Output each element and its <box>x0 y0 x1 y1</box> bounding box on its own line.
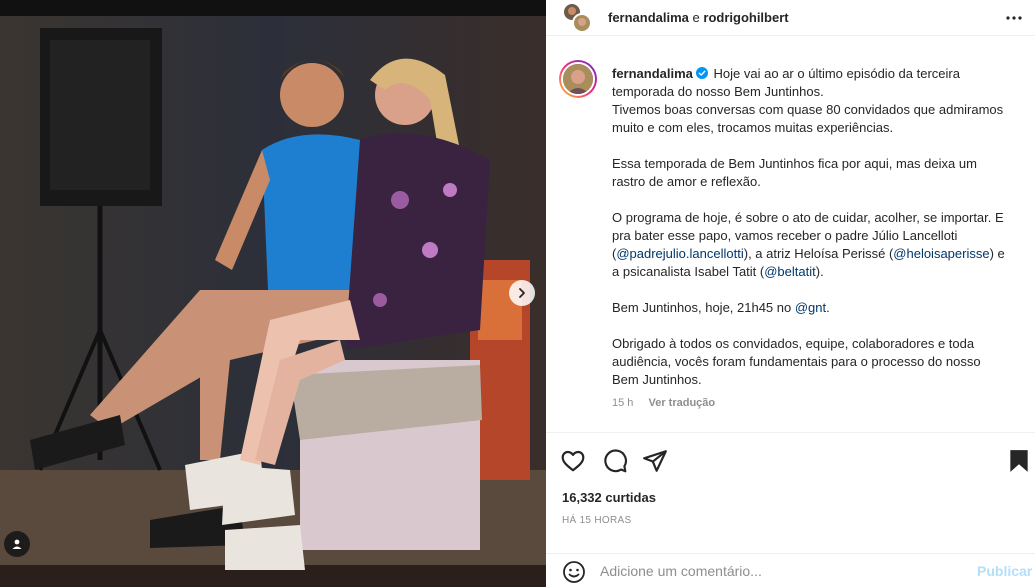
caption-meta: 15 h Ver tradução <box>612 397 715 409</box>
caption-avatar[interactable] <box>559 60 597 98</box>
more-icon[interactable] <box>1002 8 1026 28</box>
caption-fragment: ), a atriz Heloísa Perissé ( <box>743 246 894 261</box>
post-timestamp: HÁ 15 HORAS <box>562 515 632 526</box>
publish-button[interactable]: Publicar <box>977 563 1032 579</box>
collab-avatars[interactable] <box>562 2 592 34</box>
post-photo <box>0 0 546 587</box>
chevron-right-icon <box>519 288 525 298</box>
post-media[interactable] <box>0 0 546 587</box>
comment-input[interactable] <box>600 560 960 582</box>
caption-fragment: ). <box>815 264 824 279</box>
caption-paragraph: O programa de hoje, é sobre o ato de cui… <box>612 209 1007 281</box>
caption-fragment: Bem Juntinhos, hoje, 21h45 no <box>612 300 795 315</box>
emoji-icon[interactable] <box>562 560 586 584</box>
caption-paragraph: Essa temporada de Bem Juntinhos fica por… <box>612 156 977 189</box>
caption-fragment: . <box>826 300 830 315</box>
post-side-panel: fernandalima e rodrigohilbert fernandali… <box>546 0 1035 587</box>
mention-link[interactable]: @gnt <box>795 300 826 315</box>
bookmark-icon[interactable] <box>1006 448 1032 474</box>
author-separator: e <box>688 10 704 25</box>
author-link[interactable]: fernandalima <box>608 10 689 25</box>
verified-badge-icon <box>695 67 708 79</box>
user-tag-icon <box>12 539 22 549</box>
mention-link[interactable]: @beltatit <box>764 264 816 279</box>
caption-line: Tivemos boas conversas com quase 80 conv… <box>612 102 1004 135</box>
mention-link[interactable]: @padrejulio.lancellotti <box>616 246 743 261</box>
share-icon[interactable] <box>642 448 668 474</box>
caption-paragraph: Bem Juntinhos, hoje, 21h45 no @gnt. <box>612 299 1007 317</box>
caption-area: fernandalima Hoje vai ao ar o último epi… <box>546 48 1035 433</box>
mention-link[interactable]: @heloisaperisse <box>893 246 989 261</box>
caption-age: 15 h <box>612 397 634 409</box>
comment-icon[interactable] <box>602 448 628 474</box>
caption-paragraph: Obrigado à todos os convidados, equipe, … <box>612 336 981 387</box>
caption-text: fernandalima Hoje vai ao ar o último epi… <box>612 65 1007 389</box>
post-author-names: fernandalima e rodrigohilbert <box>608 10 789 25</box>
tagged-users-button[interactable] <box>4 531 30 557</box>
post-header: fernandalima e rodrigohilbert <box>546 0 1035 36</box>
heart-icon[interactable] <box>560 448 586 474</box>
author-link[interactable]: rodrigohilbert <box>703 10 788 25</box>
next-photo-button[interactable] <box>509 280 535 306</box>
avatar <box>572 13 592 33</box>
see-translation-button[interactable]: Ver tradução <box>648 397 715 409</box>
action-bar <box>546 434 1035 488</box>
likes-count[interactable]: 16,332 curtidas <box>562 490 656 505</box>
caption-username[interactable]: fernandalima <box>612 66 693 81</box>
comment-bar: Publicar <box>546 553 1035 587</box>
